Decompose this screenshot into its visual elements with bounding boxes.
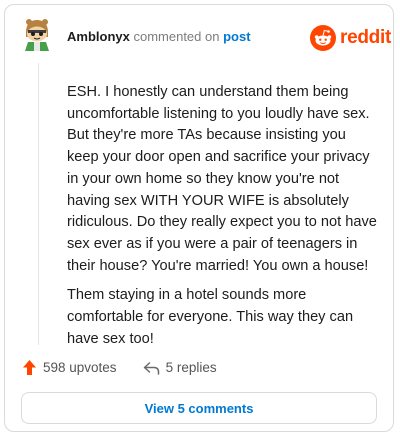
reply-button[interactable]: 5 replies [143, 360, 217, 375]
thread-line [38, 63, 39, 345]
reddit-logo-icon [310, 25, 336, 51]
comment-body: ESH. I honestly can understand them bein… [67, 82, 379, 358]
upvote-button[interactable]: 598 upvotes [22, 359, 117, 376]
reply-arrow-icon [143, 361, 159, 375]
reddit-brand[interactable]: reddit [310, 25, 391, 51]
reddit-wordmark: reddit [340, 27, 391, 48]
post-link[interactable]: post [223, 29, 250, 44]
upvote-arrow-icon [23, 360, 36, 375]
avatar[interactable] [22, 17, 52, 51]
reply-count: 5 replies [165, 360, 217, 375]
commented-on-text: commented on [133, 29, 220, 44]
comment-header: Amblonyx commented on post [67, 29, 251, 44]
upvote-count: 598 upvotes [43, 360, 117, 375]
username-link[interactable]: Amblonyx [67, 29, 130, 44]
view-comments-label: View 5 comments [144, 400, 254, 416]
snoo-avatar-icon [25, 19, 49, 51]
comment-actions: 598 upvotes 5 replies [22, 359, 217, 376]
comment-card: Amblonyx commented on post reddit ESH. I… [4, 4, 394, 432]
comment-paragraph: Them staying in a hotel sounds more comf… [67, 287, 354, 347]
comment-paragraph: ESH. I honestly can understand them bein… [67, 84, 377, 274]
view-comments-button[interactable]: View 5 comments [21, 392, 377, 424]
